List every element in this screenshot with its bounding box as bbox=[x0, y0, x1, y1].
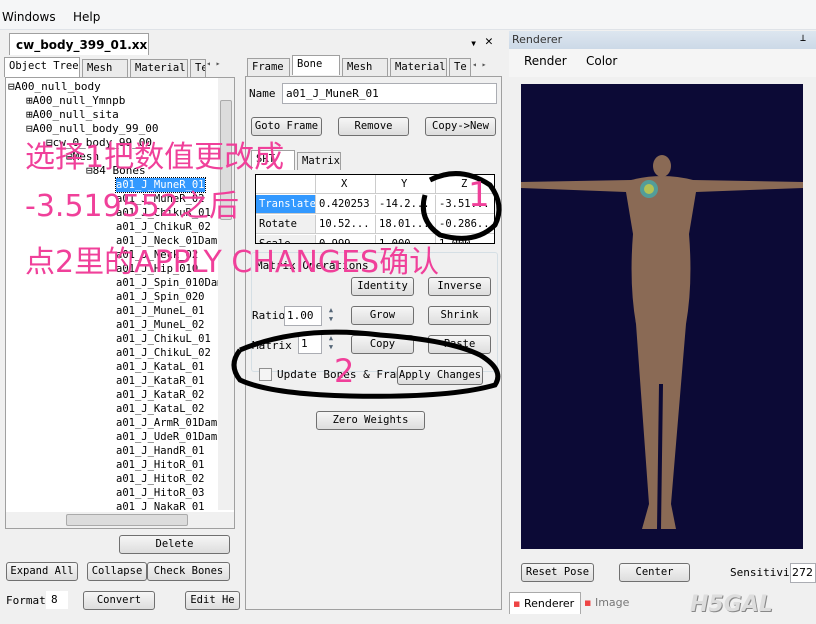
center-button[interactable]: Center bbox=[619, 563, 690, 582]
tree-item-bone[interactable]: a01_J_UdeR_01Dam bbox=[116, 430, 217, 444]
grid-cell[interactable]: -0.286... bbox=[436, 215, 494, 234]
menu-help[interactable]: Help bbox=[73, 10, 100, 24]
reset-pose-button[interactable]: Reset Pose bbox=[521, 563, 594, 582]
matrix-number-input[interactable]: 1 bbox=[298, 334, 322, 354]
tree-item-bone[interactable]: a01_J_MuneL_01 bbox=[116, 304, 205, 318]
grid-row-header[interactable]: Rotate bbox=[256, 215, 316, 234]
delete-button[interactable]: Delete bbox=[119, 535, 230, 554]
watermark-logo: H5GAL bbox=[690, 592, 773, 617]
sensitivity-input[interactable]: 272 bbox=[790, 563, 816, 583]
tab-material[interactable]: Material bbox=[130, 59, 188, 77]
grid-cell[interactable]: 1.000 bbox=[376, 235, 436, 243]
sensitivity-label: Sensitivit bbox=[730, 566, 797, 579]
name-label: Name bbox=[249, 87, 276, 100]
tree-item-bone[interactable]: a01_J_ArmR_01Dam bbox=[116, 416, 217, 430]
apply-changes-button[interactable]: Apply Changes bbox=[397, 366, 483, 385]
tab-texture[interactable]: Te bbox=[449, 58, 471, 76]
grid-cell[interactable]: 0.999 bbox=[316, 235, 376, 243]
ratio-stepper[interactable]: ▲ ▼ bbox=[323, 306, 339, 326]
window-icon: ▪ bbox=[513, 597, 521, 610]
grid-column-header[interactable] bbox=[256, 175, 316, 194]
grid-cell[interactable]: 0.420253 bbox=[316, 195, 376, 214]
check-bones-button[interactable]: Check Bones bbox=[147, 562, 230, 581]
matrix-number-stepper[interactable]: ▲ ▼ bbox=[323, 334, 339, 354]
tab-material[interactable]: Material bbox=[390, 58, 447, 76]
tree-item-bone[interactable]: a01_J_KataL_01 bbox=[116, 360, 205, 374]
collapse-button[interactable]: Collapse bbox=[87, 562, 147, 581]
grid-row-header[interactable]: Scale bbox=[256, 235, 316, 243]
remove-button[interactable]: Remove bbox=[338, 117, 409, 136]
annotation-line-3: 点2里的APPLY CHANGES确认 bbox=[25, 245, 440, 280]
tree-node[interactable]: ⊟A00_null_body_99_00 bbox=[26, 122, 158, 135]
grid-column-header[interactable]: Y bbox=[376, 175, 436, 194]
pin-icon[interactable]: ⊥ bbox=[800, 33, 806, 44]
tab-scroll-arrows[interactable]: ◂ ▸ bbox=[206, 59, 236, 74]
grid-cell[interactable]: 10.52... bbox=[316, 215, 376, 234]
tree-item-bone[interactable]: a01_J_Spin_020 bbox=[116, 290, 205, 304]
menu-color[interactable]: Color bbox=[586, 54, 617, 68]
shrink-button[interactable]: Shrink bbox=[428, 306, 491, 325]
srt-grid[interactable]: X Y Z Translate 0.420253 -14.2... -3.51... Rota… bbox=[255, 174, 495, 244]
tree-item-bone[interactable]: a01_J_KataR_01 bbox=[116, 374, 205, 388]
tree-item-bone[interactable]: a01_J_HitoR_03 bbox=[116, 486, 205, 500]
dropdown-icon[interactable]: ▾ bbox=[470, 36, 477, 50]
scroll-thumb[interactable] bbox=[66, 514, 188, 526]
ratio-label: Ratio bbox=[252, 309, 286, 322]
tab-bone[interactable]: Bone bbox=[292, 55, 340, 75]
tree-item-bone[interactable]: a01_J_MuneL_02 bbox=[116, 318, 205, 332]
tree-item-bone[interactable]: a01_J_HitoR_02 bbox=[116, 472, 205, 486]
grid-cell[interactable]: 18.01... bbox=[376, 215, 436, 234]
annotation-line-2: -3.519552之后 bbox=[25, 189, 239, 224]
zero-weights-button[interactable]: Zero Weights bbox=[316, 411, 425, 430]
tab-image[interactable]: ▪ Image bbox=[584, 596, 629, 609]
annotation-mark-2: 2 bbox=[334, 352, 355, 390]
document-tab[interactable]: cw_body_399_01.xx bbox=[9, 33, 149, 55]
expand-all-button[interactable]: Expand All bbox=[6, 562, 78, 581]
grid-row-header[interactable]: Translate bbox=[256, 195, 316, 214]
renderer-title: Renderer bbox=[509, 31, 816, 49]
close-icon[interactable]: ✕ bbox=[485, 34, 493, 49]
tree-node[interactable]: ⊞A00_null_sita bbox=[26, 108, 119, 121]
format-label: Format bbox=[6, 594, 46, 607]
goto-frame-button[interactable]: Goto Frame bbox=[251, 117, 322, 136]
grow-button[interactable]: Grow bbox=[351, 306, 414, 325]
tab-renderer[interactable]: ▪ Renderer bbox=[509, 592, 581, 614]
renderer-menu: Render Color bbox=[509, 49, 816, 77]
tab-texture[interactable]: Te bbox=[190, 59, 206, 77]
tree-item-bone[interactable]: a01_J_HitoR_01 bbox=[116, 458, 205, 472]
annotation-line-1: 选择1把数值更改成 bbox=[25, 140, 285, 175]
menu-bar: Windows Help bbox=[0, 0, 816, 30]
ratio-input[interactable]: 1.00 bbox=[284, 306, 322, 326]
tree-item-bone[interactable]: a01_J_HandR_01 bbox=[116, 444, 205, 458]
convert-button[interactable]: Convert bbox=[83, 591, 155, 610]
tree-item-bone[interactable]: a01_J_KataL_02 bbox=[116, 402, 205, 416]
tab-scroll-arrows[interactable]: ◂ ▸ bbox=[472, 60, 486, 69]
menu-render[interactable]: Render bbox=[524, 54, 567, 68]
paste-button[interactable]: Paste bbox=[428, 335, 491, 354]
tab-mesh[interactable]: Mesh bbox=[82, 59, 128, 77]
copy-button[interactable]: Copy bbox=[351, 335, 414, 354]
tab-matrix[interactable]: Matrix bbox=[297, 152, 341, 170]
grid-column-header[interactable]: X bbox=[316, 175, 376, 194]
renderer-viewport[interactable] bbox=[521, 84, 803, 549]
grid-cell[interactable]: -14.2... bbox=[376, 195, 436, 214]
tab-object-tree[interactable]: Object Tree bbox=[4, 57, 80, 77]
menu-windows[interactable]: Windows bbox=[2, 10, 56, 24]
tab-frame[interactable]: Frame bbox=[247, 58, 290, 76]
window-icon: ▪ bbox=[584, 596, 592, 609]
tree-node[interactable]: ⊞A00_null_Ymnpb bbox=[26, 94, 125, 107]
tree-item-bone[interactable]: a01_J_KataR_02 bbox=[116, 388, 205, 402]
tree-node-root[interactable]: ⊟A00_null_body bbox=[8, 80, 101, 93]
tree-item-bone[interactable]: a01_J_ChikuL_02 bbox=[116, 346, 211, 360]
format-field[interactable]: 8 bbox=[46, 591, 68, 609]
tab-mesh[interactable]: Mesh bbox=[342, 58, 388, 76]
horizontal-scrollbar[interactable] bbox=[6, 512, 234, 528]
copy-new-button[interactable]: Copy->New bbox=[425, 117, 496, 136]
bone-name-input[interactable]: a01_J_MuneR_01 bbox=[282, 83, 497, 104]
grid-cell[interactable]: 1.000 bbox=[436, 235, 494, 243]
edit-header-button[interactable]: Edit He bbox=[185, 591, 240, 610]
tree-item-bone[interactable]: a01_J_ChikuL_01 bbox=[116, 332, 211, 346]
annotation-mark-1: 1 bbox=[468, 175, 490, 215]
update-bones-checkbox[interactable] bbox=[259, 368, 272, 381]
